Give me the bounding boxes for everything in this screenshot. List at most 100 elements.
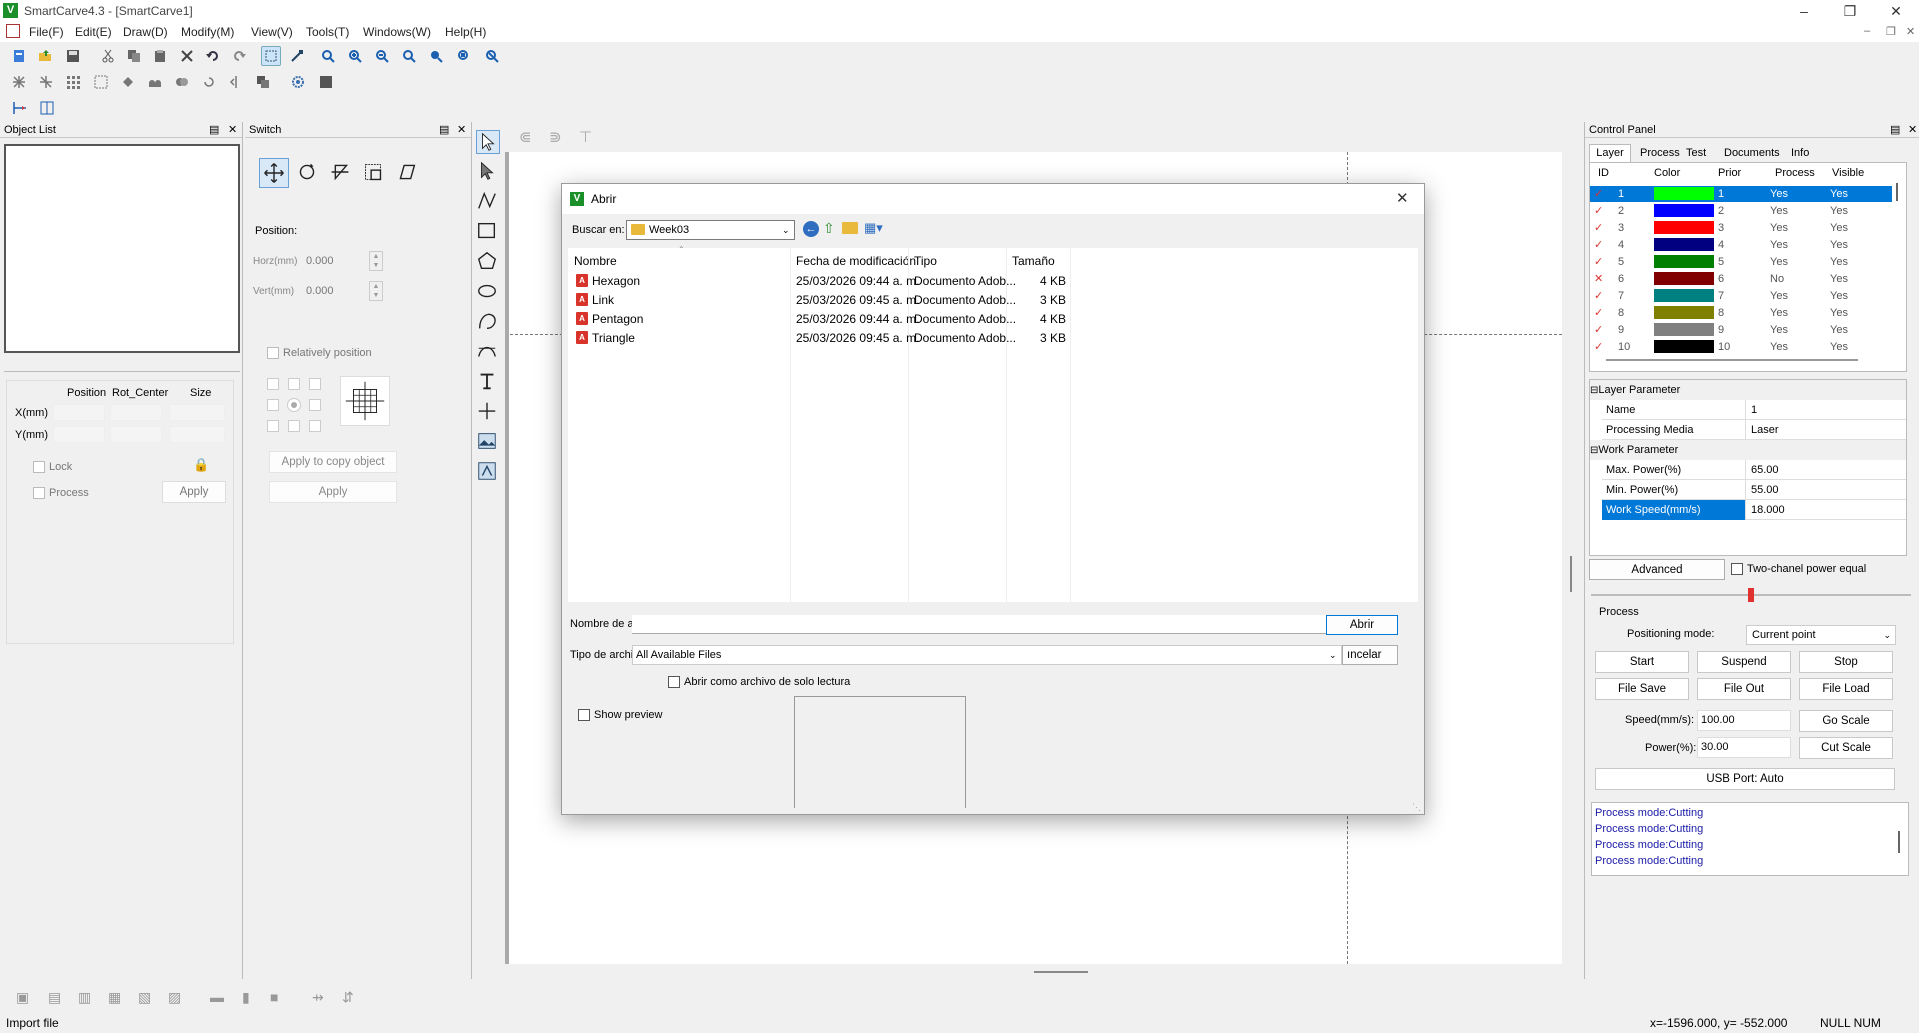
menu-modify[interactable]: Modify(M) [181,25,234,39]
zoom-icon[interactable] [318,46,338,66]
stop-button[interactable]: Stop [1799,651,1893,673]
cross-icon[interactable]: ✕ [1594,271,1603,287]
up-folder-icon[interactable]: ⇧ [823,220,835,237]
menu-view[interactable]: View(V) [251,25,293,39]
align-vcenter-icon[interactable]: ▧ [138,989,151,1006]
col-size[interactable]: Tamaño [1012,254,1055,268]
anchor-top-left[interactable] [267,378,279,390]
layer-row[interactable]: ✓ 2 2 Yes Yes [1590,203,1892,219]
look-in-select[interactable]: Week03 ⌄ [626,220,795,240]
zoom-out-icon[interactable] [399,46,419,66]
pin-icon[interactable]: ▤ [1890,122,1900,138]
check-icon[interactable]: ✓ [1594,288,1603,304]
y-rot-center-field[interactable] [110,426,162,443]
resize-grip-icon[interactable]: ⋱ [1412,802,1421,813]
layer-color-swatch[interactable] [1654,272,1714,285]
anchor-left[interactable] [267,399,279,411]
layer-scroll-thumb[interactable] [1896,183,1898,201]
save-button[interactable] [63,46,83,66]
close-panel-button[interactable]: ✕ [228,122,237,138]
zoom-all-icon[interactable] [482,46,502,66]
maximize-button[interactable]: ❐ [1827,0,1873,22]
param-media-row[interactable]: Processing Media Laser [1602,420,1906,440]
polyline-tool-icon[interactable] [476,190,500,214]
layer-row[interactable]: ✕ 6 6 No Yes [1590,271,1892,287]
tab-info[interactable]: Info [1791,147,1809,159]
rectangle-tool-icon[interactable] [476,220,500,244]
rotate-tab-icon[interactable] [293,158,323,188]
align-hcenter-icon[interactable]: ▤ [48,989,61,1006]
undo-icon[interactable] [203,46,223,66]
check-icon[interactable]: ✓ [1594,254,1603,270]
anchor-bottom-right[interactable] [309,420,321,432]
apply-to-copy-button[interactable]: Apply to copy object [269,451,397,473]
minimize-button[interactable]: – [1781,0,1827,22]
param-max-power-row[interactable]: Max. Power(%) 65.00 [1602,460,1906,480]
anchor-top-right[interactable] [309,378,321,390]
layer-hscroll-thumb[interactable] [1606,359,1858,361]
combine-icon[interactable] [36,72,56,92]
col-date[interactable]: Fecha de modificación [796,254,916,268]
param-name-row[interactable]: Name 1 [1602,400,1906,420]
lock-checkbox[interactable] [33,461,45,473]
menu-tools[interactable]: Tools(T) [306,25,349,39]
document-icon[interactable] [6,24,20,38]
log-scroll-thumb[interactable] [1898,831,1900,853]
layer-color-swatch[interactable] [1654,204,1714,217]
suspend-button[interactable]: Suspend [1697,651,1791,673]
object-list-box[interactable] [4,144,240,353]
settings-gear-icon[interactable] [288,72,308,92]
canvas-vertical-scrollbar[interactable] [1562,152,1584,964]
polygon-tool-icon[interactable] [476,250,500,274]
pin-icon[interactable]: ▤ [439,122,449,138]
group-icon[interactable] [253,72,273,92]
vert-input[interactable]: 0.000 [303,281,365,301]
menu-windows[interactable]: Windows(W) [363,25,431,39]
pin-icon[interactable]: ▤ [209,122,219,138]
node-edit-icon[interactable] [287,46,307,66]
power-slider-thumb[interactable] [1748,588,1754,602]
layer-row[interactable]: ✓ 4 4 Yes Yes [1590,237,1892,253]
param-min-power-row[interactable]: Min. Power(%) 55.00 [1602,480,1906,500]
mirror-tab-icon[interactable] [326,158,356,188]
tab-process[interactable]: Process [1640,147,1680,159]
apply-button[interactable]: Apply [162,481,226,503]
close-panel-button[interactable]: ✕ [1908,122,1917,138]
check-icon[interactable]: ✓ [1594,203,1603,219]
layer-row[interactable]: ✓ 5 5 Yes Yes [1590,254,1892,270]
image-tool-icon[interactable] [476,430,500,454]
same-size-icon[interactable]: ■ [270,989,278,1005]
tab-layer[interactable]: Layer [1589,144,1631,162]
curve-align-icon[interactable]: ⋑ [549,128,562,146]
file-row[interactable]: A Pentagon 25/03/2026 09:44 a. m. Docume… [568,309,1070,328]
dialog-close-button[interactable]: ✕ [1396,189,1409,207]
layer-row[interactable]: ✓ 9 9 Yes Yes [1590,322,1892,338]
bezier-tool-icon[interactable] [476,340,500,364]
new-folder-icon[interactable] [842,222,858,234]
canvas-horizontal-scrollbar[interactable] [505,964,1584,979]
zoom-in-icon[interactable] [372,46,392,66]
col-type[interactable]: Tipo [914,254,937,268]
file-out-button[interactable]: File Out [1697,678,1791,700]
paste-icon[interactable] [150,46,170,66]
power-input[interactable]: 30.00 [1697,737,1791,758]
switch-apply-button[interactable]: Apply [269,481,397,503]
scale-tab-icon[interactable] [359,158,389,188]
relative-position-checkbox[interactable] [267,347,279,359]
horz-input[interactable]: 0.000 [303,251,365,271]
menu-edit[interactable]: Edit(E) [75,25,112,39]
rotate-icon[interactable] [199,72,219,92]
align-top-icon[interactable]: ▦ [108,989,121,1006]
layer-color-swatch[interactable] [1654,289,1714,302]
mirror-icon[interactable] [226,72,246,92]
layer-color-swatch[interactable] [1654,306,1714,319]
menu-draw[interactable]: Draw(D) [123,25,168,39]
align-bottom-icon[interactable]: ▨ [168,989,181,1006]
text-tool-icon[interactable] [476,370,500,394]
file-row[interactable]: A Triangle 25/03/2026 09:45 a. m. Docume… [568,328,1070,347]
x-position-field[interactable] [53,404,105,421]
select-mode-icon[interactable] [261,46,281,66]
file-load-button[interactable]: File Load [1799,678,1893,700]
usb-port-button[interactable]: USB Port: Auto [1595,768,1895,790]
zoom-page-icon[interactable] [426,46,446,66]
